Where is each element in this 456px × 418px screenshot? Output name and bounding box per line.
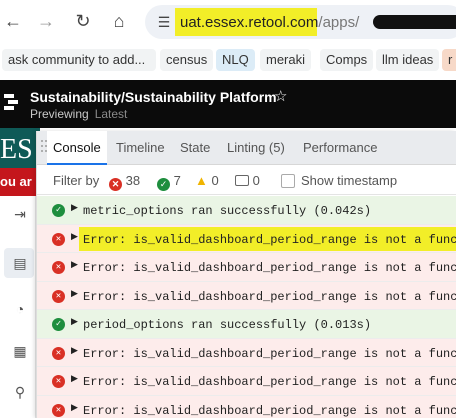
expand-caret-icon[interactable]: ▶ — [71, 403, 78, 413]
console-message: metric_options ran successfully (0.042s) — [83, 204, 372, 218]
tab-linting[interactable]: Linting (5) — [227, 131, 285, 165]
error-icon: ✕ — [52, 375, 65, 388]
browser-toolbar: ← → ↻ ⌂ ☰ uat.essex.retool.com/apps/ — [0, 0, 456, 44]
console-row[interactable]: ✕ ▶ Error: is_valid_dashboard_period_range… — [37, 281, 456, 310]
console-row[interactable]: ✕ ▶ Error: is_valid_dashboard_period_range… — [37, 367, 456, 396]
url-path: /apps/ — [318, 14, 360, 31]
filter-success[interactable]: ✓ 7 — [157, 173, 181, 191]
banner-text: ES — [0, 134, 33, 165]
console-message: Error: is_valid_dashboard_period_range i… — [83, 375, 456, 389]
tab-console[interactable]: Console — [47, 131, 107, 165]
expand-caret-icon[interactable]: ▶ — [71, 374, 78, 384]
debug-panel: Console Timeline State Linting (5) Perfo… — [36, 131, 456, 418]
timestamp-label: Show timestamp — [301, 173, 398, 188]
expand-caret-icon[interactable]: ▶ — [71, 289, 78, 299]
timestamp-checkbox[interactable] — [281, 174, 295, 188]
console-row[interactable]: ✕ ▶ Error: is_valid_dashboard_period_range… — [37, 224, 456, 253]
tab-state[interactable]: State — [180, 131, 210, 165]
app-title: Sustainability/Sustainability Platform — [30, 89, 277, 105]
show-timestamp-toggle[interactable]: Show timestamp — [281, 173, 397, 188]
editor-sidebar: ⇥ ▤ ◔ ▦ ⚲ — [0, 196, 36, 418]
url-host: uat.essex.retool.com — [180, 14, 319, 31]
star-icon[interactable]: ☆ — [274, 87, 287, 105]
expand-caret-icon[interactable]: ▶ — [71, 346, 78, 356]
app-alert-banner: ou ar — [0, 168, 40, 196]
error-icon: ✕ — [109, 178, 122, 191]
console-message: period_options ran successfully (0.013s) — [83, 318, 372, 332]
filter-bar: Filter by ✕ 38 ✓ 7 ▲ 0 0 Show timestamp — [37, 165, 456, 195]
preview-label: Previewing — [30, 107, 89, 121]
forward-icon[interactable]: → — [35, 10, 57, 32]
bookmarks-bar: ask community to add... census NLQ merak… — [0, 46, 456, 74]
screen: ← → ↻ ⌂ ☰ uat.essex.retool.com/apps/ ask… — [0, 0, 456, 418]
home-icon[interactable]: ⌂ — [108, 10, 130, 32]
error-icon: ✕ — [52, 261, 65, 274]
success-count: 7 — [173, 173, 181, 188]
filter-info[interactable]: 0 — [235, 173, 260, 188]
console-row[interactable]: ✕ ▶ Error: is_valid_dashboard_period_range… — [37, 338, 456, 367]
console-log: ✓ ▶ metric_options ran successfully (0.042… — [37, 196, 456, 418]
console-row[interactable]: ✓ ▶ metric_options ran successfully (0.042… — [37, 196, 456, 225]
warning-icon: ▲ — [195, 173, 208, 188]
error-icon: ✕ — [52, 289, 65, 303]
retool-logo-icon[interactable] — [4, 94, 20, 110]
bookmark[interactable]: NLQ — [216, 49, 255, 71]
alert-text: ou ar — [0, 174, 32, 189]
success-icon: ✓ — [157, 178, 170, 191]
site-info-icon[interactable]: ☰ — [155, 13, 173, 31]
error-icon: ✕ — [52, 403, 65, 417]
back-icon[interactable]: ← — [2, 10, 24, 32]
bookmark[interactable]: r — [442, 49, 456, 71]
app-header: Sustainability/Sustainability Platform ☆… — [0, 80, 456, 128]
expand-caret-icon[interactable]: ▶ — [71, 260, 78, 270]
console-message: Error: is_valid_dashboard_period_range i… — [83, 232, 456, 247]
error-icon: ✕ — [52, 346, 65, 360]
console-row[interactable]: ✓ ▶ period_options ran successfully (0.013… — [37, 310, 456, 339]
error-icon: ✕ — [52, 232, 65, 246]
storage-icon[interactable]: ▦ — [12, 343, 28, 359]
search-doc-icon[interactable]: ⚲ — [12, 384, 28, 400]
version-label: Latest — [94, 107, 128, 121]
filter-errors[interactable]: ✕ 38 — [109, 173, 140, 191]
performance-icon[interactable]: ◔ — [12, 301, 28, 317]
expand-icon[interactable]: ⇥ — [12, 206, 28, 222]
message-icon — [235, 175, 249, 186]
success-icon: ✓ — [52, 318, 65, 331]
expand-caret-icon[interactable]: ▶ — [71, 317, 78, 327]
console-message: Error: is_valid_dashboard_period_range i… — [83, 346, 456, 361]
console-message: Error: is_valid_dashboard_period_range i… — [83, 403, 456, 418]
console-row[interactable]: ✕ ▶ Error: is_valid_dashboard_period_range… — [37, 253, 456, 282]
url-text: uat.essex.retool.com/apps/ — [180, 14, 359, 31]
expand-caret-icon[interactable]: ▶ — [71, 232, 78, 242]
redaction-mark — [373, 15, 456, 29]
error-count: 38 — [125, 173, 141, 188]
bookmark[interactable]: llm ideas — [376, 49, 440, 71]
bookmark[interactable]: Comps — [320, 49, 374, 71]
info-count: 0 — [252, 173, 260, 188]
warning-count: 0 — [211, 173, 219, 188]
bookmark[interactable]: census — [160, 49, 214, 71]
success-icon: ✓ — [52, 204, 65, 217]
console-message: Error: is_valid_dashboard_period_range i… — [83, 261, 456, 275]
reload-icon[interactable]: ↻ — [72, 10, 94, 32]
filter-label: Filter by — [53, 173, 100, 188]
console-message: Error: is_valid_dashboard_period_range i… — [83, 289, 456, 304]
console-row[interactable]: ✕ ▶ Error: is_valid_dashboard_period_range… — [37, 395, 456, 418]
address-bar[interactable]: ☰ uat.essex.retool.com/apps/ — [145, 5, 456, 39]
tab-performance[interactable]: Performance — [303, 131, 377, 165]
app-banner: ES — [0, 128, 40, 168]
expand-caret-icon[interactable]: ▶ — [71, 203, 78, 213]
filter-warnings[interactable]: ▲ 0 — [195, 173, 219, 188]
bookmark[interactable]: meraki — [260, 49, 312, 71]
app-status: Previewing Latest — [30, 107, 127, 121]
bookmark[interactable]: ask community to add... — [2, 49, 156, 71]
tab-timeline[interactable]: Timeline — [116, 131, 165, 165]
debug-icon[interactable]: ▤ — [12, 255, 28, 271]
debug-tabs: Console Timeline State Linting (5) Perfo… — [37, 131, 456, 165]
